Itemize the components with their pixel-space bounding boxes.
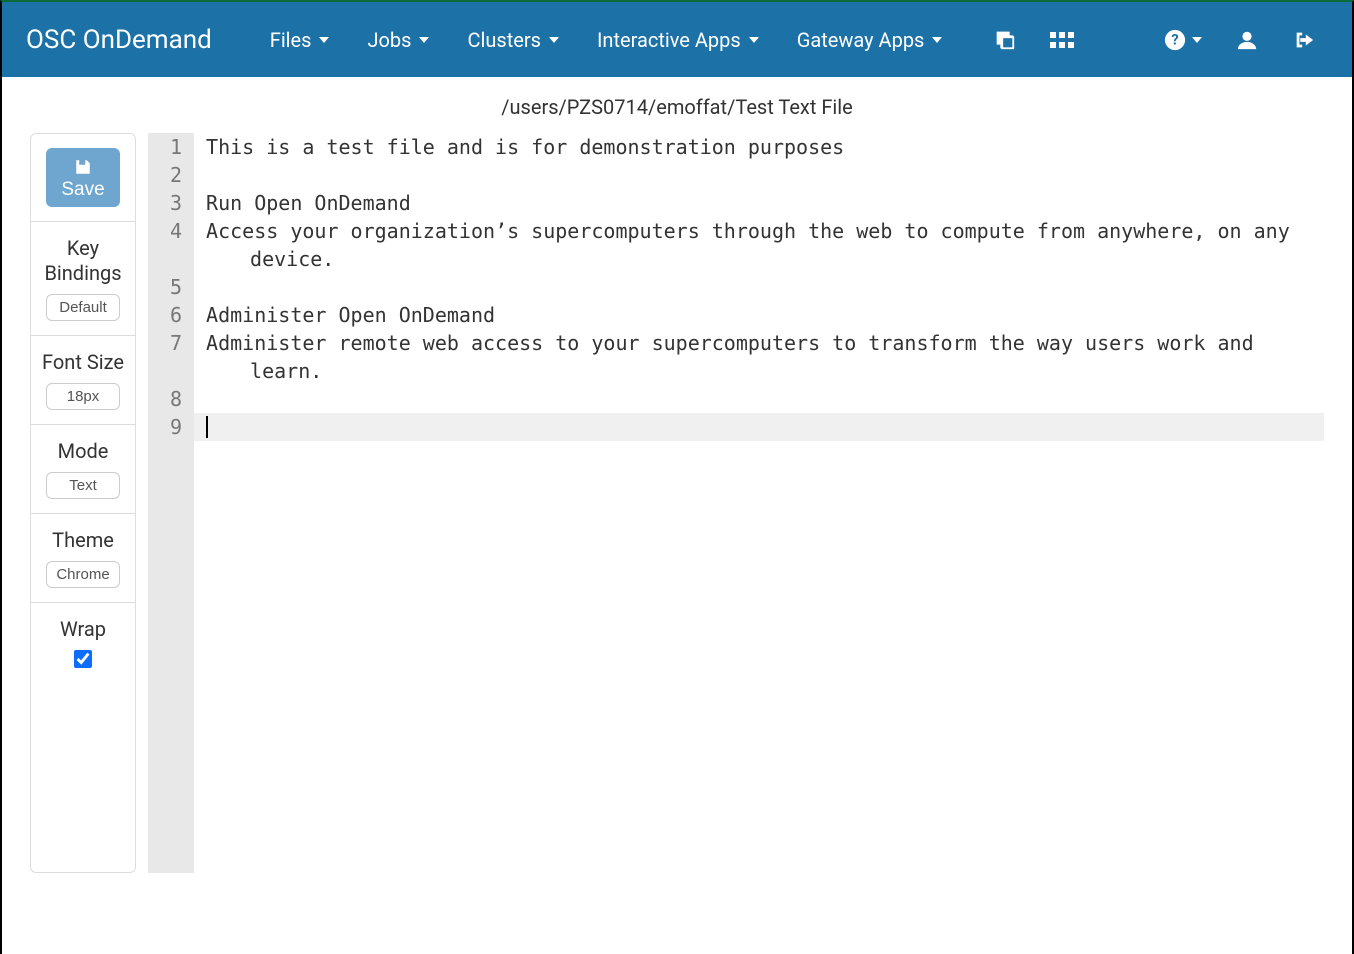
nav-files[interactable]: Files: [256, 20, 344, 60]
nav-files-label: Files: [270, 28, 312, 52]
keybindings-select[interactable]: Default: [46, 294, 120, 321]
code-editor[interactable]: 1234 567 89 This is a test file and is f…: [148, 133, 1324, 873]
nav-interactive-label: Interactive Apps: [597, 28, 741, 52]
apps-grid-icon[interactable]: [1038, 30, 1086, 50]
nav-clusters-label: Clusters: [467, 28, 540, 52]
save-button-label: Save: [61, 179, 104, 201]
wrap-checkbox[interactable]: [74, 650, 92, 668]
editor-sidebar: Save Key Bindings Default Font Size Mode…: [30, 133, 136, 873]
wrap-label: Wrap: [60, 617, 106, 642]
fontsize-label: Font Size: [42, 350, 124, 375]
code-line: Access your organization’s supercomputer…: [206, 217, 1324, 273]
text-cursor: [206, 416, 208, 438]
code-line: [206, 413, 1324, 441]
user-icon[interactable]: [1224, 29, 1270, 51]
sessions-icon[interactable]: [982, 29, 1028, 51]
nav-jobs[interactable]: Jobs: [353, 20, 443, 60]
nav-interactive-apps[interactable]: Interactive Apps: [583, 20, 773, 60]
nav-jobs-label: Jobs: [367, 28, 411, 52]
code-line: This is a test file and is for demonstra…: [206, 133, 1324, 161]
theme-label: Theme: [52, 528, 114, 553]
code-line: Run Open OnDemand: [206, 189, 1324, 217]
theme-select[interactable]: Chrome: [46, 561, 120, 588]
editor-content[interactable]: This is a test file and is for demonstra…: [194, 133, 1324, 873]
file-path: /users/PZS0714/emoffat/Test Text File: [2, 77, 1352, 133]
chevron-down-icon: [749, 37, 759, 43]
nav-gateway-label: Gateway Apps: [797, 28, 925, 52]
brand-title: OSC OnDemand: [26, 25, 212, 55]
editor-gutter: 1234 567 89: [148, 133, 194, 873]
top-navbar: OSC OnDemand Files Jobs Clusters Interac…: [2, 2, 1352, 77]
svg-text:?: ?: [1171, 30, 1178, 48]
chevron-down-icon: [932, 37, 942, 43]
help-icon: ?: [1164, 29, 1186, 51]
chevron-down-icon: [549, 37, 559, 43]
chevron-down-icon: [1192, 37, 1202, 43]
code-line: [206, 273, 1324, 301]
code-line: [206, 385, 1324, 413]
nav-clusters[interactable]: Clusters: [453, 20, 572, 60]
save-button[interactable]: Save: [46, 148, 120, 207]
chevron-down-icon: [419, 37, 429, 43]
mode-select[interactable]: Text: [46, 472, 120, 499]
code-line: Administer Open OnDemand: [206, 301, 1324, 329]
chevron-down-icon: [319, 37, 329, 43]
save-icon: [74, 158, 92, 176]
nav-help[interactable]: ?: [1152, 29, 1214, 51]
keybindings-label: Key Bindings: [37, 236, 129, 286]
mode-label: Mode: [58, 439, 109, 464]
nav-gateway-apps[interactable]: Gateway Apps: [783, 20, 957, 60]
logout-icon[interactable]: [1280, 29, 1328, 51]
code-line: [206, 161, 1324, 189]
fontsize-input[interactable]: [46, 383, 120, 410]
code-line: Administer remote web access to your sup…: [206, 329, 1324, 385]
